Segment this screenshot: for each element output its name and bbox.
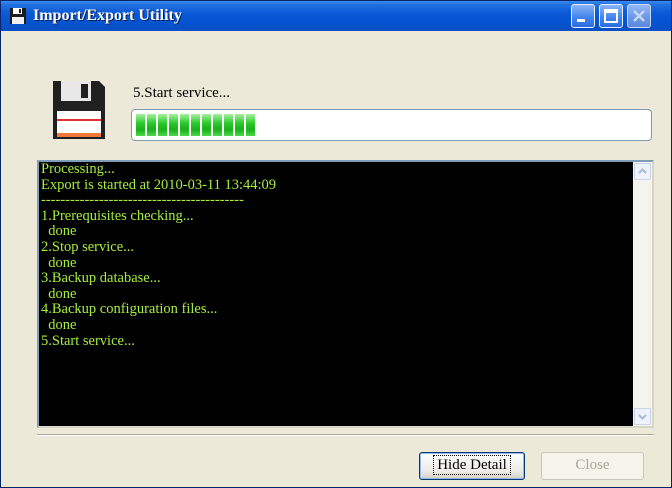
log-line: done: [41, 285, 77, 302]
progress-segment: [213, 114, 222, 136]
chevron-down-icon: [638, 414, 647, 420]
log-line: done: [41, 316, 77, 333]
log-text: Processing... Export is started at 2010-0…: [41, 162, 631, 349]
minimize-button[interactable]: [571, 4, 595, 28]
log-line: Export is started at 2010-03-11 13:44:09: [41, 176, 277, 193]
import-export-window: Import/Export Utility 5.Start service...…: [0, 0, 672, 488]
log-line: done: [41, 223, 77, 240]
progress-segment: [224, 114, 233, 136]
hide-detail-button[interactable]: Hide Detail: [419, 452, 525, 480]
close-icon: [633, 10, 645, 22]
title-bar[interactable]: Import/Export Utility: [1, 1, 671, 31]
scroll-down-button[interactable]: [634, 408, 651, 425]
progress-segment: [191, 114, 200, 136]
close-window-button[interactable]: [627, 4, 651, 28]
progress-segment: [169, 114, 178, 136]
floppy-disk-icon: [9, 7, 27, 25]
floppy-disk-icon: [51, 79, 107, 141]
progress-segment: [235, 114, 244, 136]
progress-segment: [246, 114, 255, 136]
maximize-button[interactable]: [599, 4, 623, 28]
log-output[interactable]: Processing... Export is started at 2010-0…: [37, 160, 654, 428]
log-scrollbar[interactable]: [633, 162, 652, 426]
progress-segment: [158, 114, 167, 136]
log-line: 1.Prerequisites checking...: [41, 207, 194, 224]
log-line: Processing...: [41, 161, 115, 177]
log-line: 4.Backup configuration files...: [41, 301, 218, 318]
progress-segment: [202, 114, 211, 136]
log-line: done: [41, 254, 77, 271]
maximize-icon: [604, 9, 618, 23]
close-label: Close: [575, 457, 610, 473]
log-line: 2.Stop service...: [41, 238, 135, 255]
hide-detail-label: Hide Detail: [433, 455, 511, 475]
chevron-up-icon: [638, 168, 647, 174]
log-line: ----------------------------------------…: [41, 192, 244, 209]
progress-bar: [131, 109, 652, 141]
progress-segment: [136, 114, 145, 136]
progress-segment: [180, 114, 189, 136]
close-button[interactable]: Close: [541, 452, 644, 480]
window-title: Import/Export Utility: [33, 7, 182, 24]
current-step-label: 5.Start service...: [133, 85, 231, 101]
progress-segment: [147, 114, 156, 136]
progress-fill: [136, 114, 255, 136]
log-line: 5.Start service...: [41, 332, 135, 349]
log-line: 3.Backup database...: [41, 270, 161, 287]
scroll-up-button[interactable]: [634, 163, 651, 180]
minimize-icon: [577, 19, 585, 22]
separator: [37, 434, 654, 436]
